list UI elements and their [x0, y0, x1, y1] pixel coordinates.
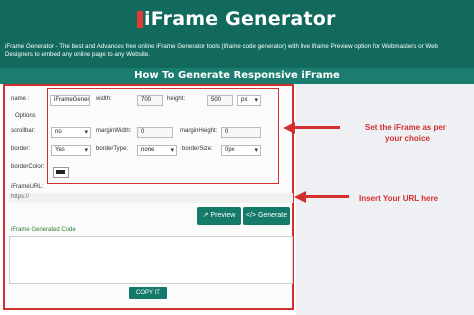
iframeurl-label: iFrameURL: — [11, 184, 44, 190]
code-icon: </> — [245, 212, 256, 219]
options-highlight-box — [47, 88, 279, 184]
site-header: iFrame Generator iFrame Generator - The … — [0, 0, 474, 68]
iframeurl-placeholder: https:// — [11, 194, 30, 200]
bordercolor-label: borderColor: — [11, 164, 45, 170]
preview-button[interactable]: ↗ Preview — [197, 207, 241, 225]
name-label: name : — [11, 96, 30, 102]
section-header: How To Generate Responsive iFrame — [0, 68, 474, 84]
arrow-line — [294, 126, 340, 129]
generate-button[interactable]: </> Generate — [243, 207, 290, 225]
annotation-set-iframe-line1: Set the iFrame as per — [365, 123, 446, 132]
arrow-line — [305, 195, 349, 198]
generate-button-label: Generate — [257, 212, 288, 219]
section-title: How To Generate Responsive iFrame — [134, 70, 340, 81]
site-description: iFrame Generator - The best and Advances… — [5, 43, 438, 58]
annotation-insert-url: Insert Your URL here — [359, 194, 439, 203]
options-label: Options — [15, 113, 36, 119]
preview-button-label: Preview — [210, 212, 236, 219]
external-link-icon: ↗ — [202, 212, 209, 219]
annotation-set-iframe: Set the iFrame as per your choice — [365, 122, 446, 144]
generated-code-textarea[interactable] — [9, 236, 293, 284]
annotation-set-iframe-line2: your choice — [385, 134, 430, 143]
border-label: border: — [11, 146, 31, 152]
copy-button[interactable]: COPY IT — [129, 287, 167, 299]
logo-icon — [137, 11, 143, 28]
generated-code-label: iFrame Generated Code — [11, 227, 76, 233]
iframeurl-input[interactable]: https:// — [9, 193, 293, 203]
page-title: iFrame Generator — [144, 8, 336, 30]
scrollbar-label: scrollbar: — [11, 128, 36, 134]
